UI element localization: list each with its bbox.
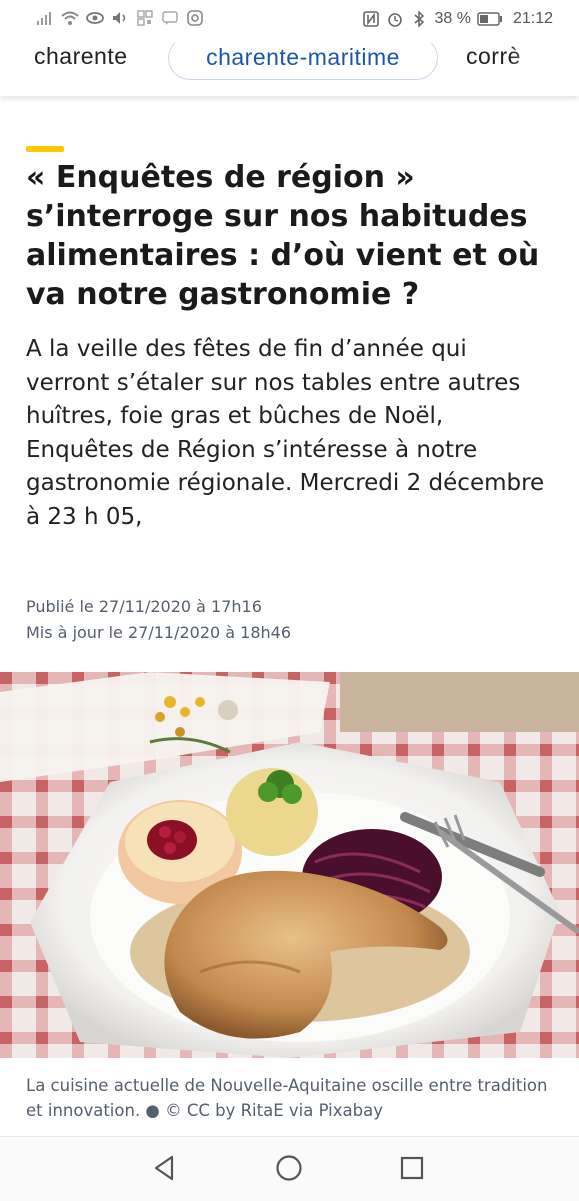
- article-dates: Publié le 27/11/2020 à 17h16 Mis à jour …: [26, 594, 291, 646]
- qr-icon: [137, 10, 153, 26]
- nfc-icon: [363, 11, 380, 27]
- article-title: « Enquêtes de région » s’interroge sur n…: [26, 160, 540, 312]
- recents-icon[interactable]: [397, 1153, 427, 1183]
- eye-icon: [86, 12, 104, 24]
- article-lead: A la veille des fêtes de fin d’année qui…: [26, 336, 545, 530]
- title-accent-bar: [26, 146, 64, 152]
- battery-icon: [477, 12, 502, 26]
- photo-caption: La cuisine actuelle de Nouvelle-Aquitain…: [26, 1076, 548, 1120]
- status-left-icons: [36, 10, 204, 26]
- clock: 21:12: [512, 10, 553, 27]
- chat-icon: [162, 11, 178, 25]
- published-date: Publié le 27/11/2020 à 17h16: [26, 597, 262, 616]
- bluetooth-icon: [414, 11, 425, 27]
- status-right: 38 % 21:12: [362, 10, 553, 28]
- battery-percent: 38 %: [434, 10, 471, 27]
- updated-date: Mis à jour le 27/11/2020 à 18h46: [26, 623, 292, 642]
- volume-icon: [113, 12, 126, 24]
- article-photo[interactable]: [0, 672, 579, 1058]
- back-icon[interactable]: [150, 1153, 180, 1183]
- home-icon[interactable]: [274, 1153, 304, 1183]
- region-tabs: charente charente-maritime corrè: [0, 30, 579, 96]
- tab-charente-maritime[interactable]: charente-maritime: [168, 36, 438, 80]
- food-plate-image: [0, 672, 579, 1058]
- wifi-icon: [61, 11, 79, 25]
- signal-icon: [37, 12, 51, 25]
- alarm-icon: [388, 13, 403, 27]
- instagram-icon: [187, 10, 203, 26]
- system-nav-bar: [0, 1136, 579, 1201]
- tabs-fade-overlay: [509, 30, 579, 96]
- tab-charente[interactable]: charente: [34, 42, 128, 82]
